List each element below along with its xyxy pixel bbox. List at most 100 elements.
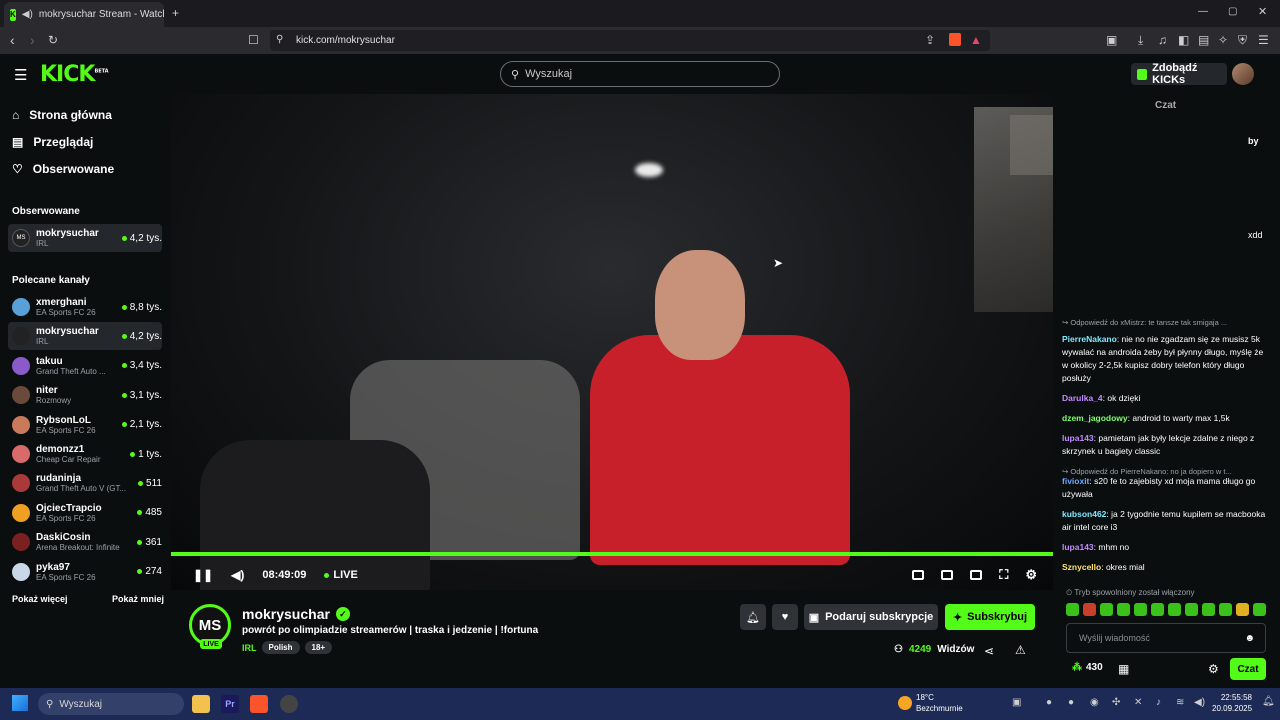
system-clock[interactable]: 22:55:58 20.09.2025 <box>1212 692 1252 714</box>
chat-username[interactable]: dzem_jagodowy <box>1062 413 1128 423</box>
report-icon[interactable]: ⚠ <box>1015 643 1026 657</box>
forward-icon[interactable]: › <box>30 32 35 48</box>
sidebar-nav-home[interactable]: ⌂ Strona główna <box>12 108 112 122</box>
volume-icon[interactable]: ◀) <box>1194 697 1205 708</box>
theater-mode-icon[interactable] <box>970 570 983 580</box>
recommended-channel-xmerghani[interactable]: xmerghani EA Sports FC 26 8,8 tys. <box>8 293 162 321</box>
video-progress-bar[interactable] <box>171 552 1053 556</box>
notification-icon[interactable]: 🔔︎ <box>1262 696 1275 707</box>
sidebar-nav-browse[interactable]: ▤ Przeglądaj <box>12 135 93 149</box>
channel-name[interactable]: mokrysuchar ✓ <box>242 606 350 622</box>
emote-icon[interactable] <box>1253 603 1266 616</box>
browser-tab[interactable]: K ◀) mokrysuchar Stream - Watch ✕ <box>4 2 164 27</box>
brave-browser-icon[interactable] <box>250 695 268 713</box>
tray-app-icon[interactable]: ✕ <box>1134 697 1142 708</box>
recommended-channel-mokrysuchar[interactable]: mokrysuchar IRL 4,2 tys. <box>8 322 162 351</box>
pip-icon[interactable] <box>912 570 925 580</box>
tag-language[interactable]: Polish <box>261 641 300 654</box>
file-explorer-icon[interactable] <box>192 695 210 713</box>
weather-widget[interactable]: 18°C Bezchmurnie <box>898 692 963 714</box>
gift-subscription-button[interactable]: ▣ Podaruj subskrypcje <box>804 604 938 630</box>
tray-app-icon[interactable]: ● <box>1046 697 1052 708</box>
recommended-channel-rybsonlol[interactable]: RybsonLoL EA Sports FC 26 2,1 tys. <box>8 411 162 439</box>
get-kicks-button[interactable]: Zdobądź KICKs <box>1131 62 1227 86</box>
emote-icon[interactable] <box>1185 603 1198 616</box>
fullscreen-icon[interactable]: ⛶ <box>999 567 1008 583</box>
brave-shields-icon[interactable] <box>949 33 961 46</box>
search-input[interactable]: ⚲ Wyszukaj <box>500 61 780 87</box>
show-more-link[interactable]: Pokaż więcej <box>12 594 68 604</box>
store-icon[interactable]: ▦ <box>1118 662 1129 676</box>
user-avatar[interactable] <box>1232 63 1254 85</box>
send-chat-button[interactable]: Czat <box>1230 658 1266 680</box>
emote-icon[interactable] <box>1100 603 1113 616</box>
reply-reference[interactable]: ↪ Odpowiedź do xMistrz: te tansze tak sm… <box>1062 316 1267 329</box>
chat-username[interactable]: Sznycello <box>1062 562 1101 572</box>
leo-ai-icon[interactable]: ✧ <box>1218 33 1228 47</box>
chat-username[interactable]: fivioxit <box>1062 476 1089 486</box>
minimize-icon[interactable]: — <box>1198 6 1208 17</box>
subscribe-button[interactable]: ✦ Subskrybuj <box>945 604 1035 630</box>
emote-icon[interactable] <box>1117 603 1130 616</box>
chat-username[interactable]: lupa143 <box>1062 433 1094 443</box>
tag-mature[interactable]: 18+ <box>304 641 333 654</box>
download-icon[interactable]: ⤓ <box>1138 33 1143 48</box>
recommended-channel-takuu[interactable]: takuu Grand Theft Auto ... 3,4 tys. <box>8 352 162 380</box>
sidebar-toggle-icon[interactable]: ◧ <box>1178 33 1189 47</box>
hamburger-menu-icon[interactable]: ☰ <box>14 66 27 84</box>
clip-icon[interactable] <box>941 570 954 580</box>
recommended-channel-daskicosin[interactable]: DaskiCosin Arena Breakout: Infinite 361 <box>8 528 162 556</box>
brave-rewards-icon[interactable]: ▲ <box>970 33 982 47</box>
menu-icon[interactable]: ☰ <box>1258 33 1269 47</box>
microphone-icon[interactable]: ♪ <box>1156 697 1161 708</box>
taskbar-search[interactable]: ⚲ Wyszukaj <box>38 693 184 715</box>
wifi-icon[interactable]: ≋ <box>1176 697 1184 708</box>
steam-icon[interactable]: ◉ <box>1090 697 1099 708</box>
settings-icon[interactable]: ⚙ <box>1025 567 1037 583</box>
follow-button[interactable]: ♥ <box>772 604 798 630</box>
emote-icon[interactable] <box>1134 603 1147 616</box>
site-settings-icon[interactable]: ⚲ <box>276 34 283 45</box>
channel-points[interactable]: ⁂ 430 <box>1072 662 1103 673</box>
wallet-icon[interactable]: ▤ <box>1198 33 1209 47</box>
vpn-icon[interactable]: ⛨ <box>1238 33 1247 48</box>
window-close-icon[interactable]: ✕ <box>1258 5 1267 18</box>
chat-settings-icon[interactable]: ⚙ <box>1208 662 1219 676</box>
share-icon[interactable]: ⇪ <box>925 33 935 47</box>
chat-username[interactable]: PierreNakano <box>1062 334 1117 344</box>
app-icon[interactable] <box>280 695 298 713</box>
windows-start-icon[interactable] <box>12 695 28 711</box>
recommended-channel-rudaninja[interactable]: rudaninja Grand Theft Auto V (GT... 511 <box>8 469 162 497</box>
emote-icon[interactable] <box>1236 603 1249 616</box>
premiere-icon[interactable]: Pr <box>221 695 239 713</box>
emote-icon[interactable] <box>1066 603 1079 616</box>
kick-logo[interactable]: KICKBETA <box>40 62 109 87</box>
maximize-icon[interactable]: ▢ <box>1228 6 1237 17</box>
recommended-channel-ojciectrapcio[interactable]: OjciecTrapcio EA Sports FC 26 485 <box>8 499 162 527</box>
share-icon[interactable]: ⋖ <box>984 644 994 658</box>
category-link[interactable]: IRL <box>242 643 257 653</box>
url-field[interactable]: ⚲ kick.com/mokrysuchar <box>270 30 990 51</box>
tab-search-icon[interactable]: ▣ <box>1106 33 1117 47</box>
tray-app-icon[interactable]: ● <box>1068 697 1074 708</box>
chat-username[interactable]: kubson462 <box>1062 509 1106 519</box>
emote-icon[interactable] <box>1202 603 1215 616</box>
chat-username[interactable]: Darulka_4 <box>1062 393 1103 403</box>
emoji-icon[interactable]: ☻ <box>1244 633 1255 644</box>
emote-icon[interactable] <box>1168 603 1181 616</box>
pause-icon[interactable]: ❚❚ <box>193 568 213 582</box>
recommended-channel-niter[interactable]: niter Rozmowy 3,1 tys. <box>8 381 162 409</box>
sidebar-nav-following[interactable]: ♡ Obserwowane <box>12 162 114 176</box>
recommended-channel-pyka97[interactable]: pyka97 EA Sports FC 26 274 <box>8 558 162 586</box>
notification-bell-button[interactable]: 🔔︎ <box>740 604 766 630</box>
chat-input[interactable]: Wyślij wiadomość ☻ <box>1066 623 1266 653</box>
tray-app-icon[interactable]: ✣ <box>1112 697 1120 708</box>
emote-icon[interactable] <box>1151 603 1164 616</box>
recommended-channel-demonzz1[interactable]: demonzz1 Cheap Car Repair 1 tys. <box>8 440 162 468</box>
emote-icon[interactable] <box>1219 603 1232 616</box>
media-icon[interactable]: ♫ <box>1158 33 1167 47</box>
chat-username[interactable]: lupa143 <box>1062 542 1094 552</box>
reload-icon[interactable]: ↻ <box>48 33 58 47</box>
tray-app-icon[interactable]: ▣ <box>1012 697 1021 708</box>
new-tab-icon[interactable]: + <box>172 6 179 20</box>
